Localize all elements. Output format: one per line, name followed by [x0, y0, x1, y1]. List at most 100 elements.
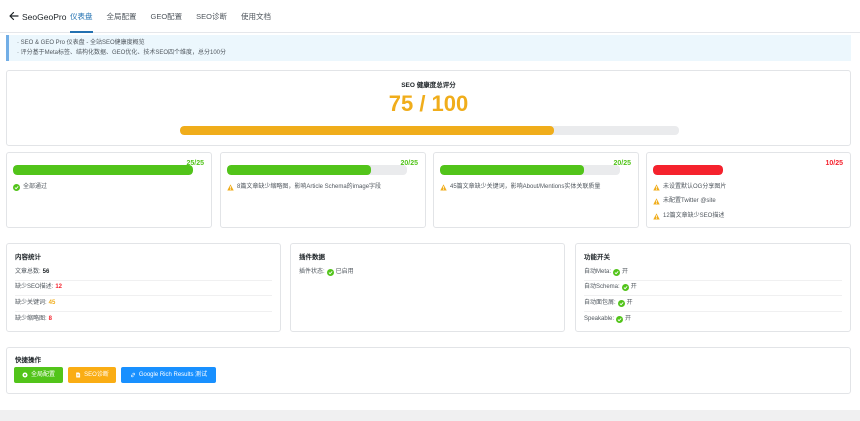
feature-row-speakable: Speakable: 开: [584, 312, 842, 328]
category-progress-track: [13, 165, 193, 175]
tab-geo-config[interactable]: GEO配置: [151, 0, 183, 33]
stat-value: 45: [48, 299, 56, 306]
tab-bar: 仪表盘 全局配置 GEO配置 SEO诊断 使用文档: [70, 0, 285, 33]
button-label: 全局配置: [30, 372, 55, 378]
category-item-text: 未配置Twitter @site: [663, 198, 716, 205]
stat-row-missing-desc: 缺少SEO描述: 12: [15, 281, 272, 296]
score-value: 75 / 100: [388, 91, 469, 116]
check-circle-icon: [616, 315, 624, 323]
feature-label: 自动Meta:: [584, 268, 612, 275]
check-circle-icon: [617, 299, 625, 307]
category-score: 10/25: [825, 160, 843, 167]
gear-icon: [22, 372, 28, 378]
tab-docs[interactable]: 使用文档: [241, 0, 271, 33]
check-circle-icon: [613, 268, 621, 276]
tab-global-config[interactable]: 全局配置: [107, 0, 137, 33]
check-circle-icon: [13, 183, 20, 191]
feature-value: 开: [622, 268, 629, 275]
document-icon: [76, 372, 81, 378]
category-item-text: 全部通过: [23, 183, 48, 190]
category-score: 25/25: [186, 160, 204, 167]
feature-value: 开: [625, 315, 632, 322]
score-progress-track: [180, 126, 679, 135]
check-circle-icon: [326, 269, 334, 277]
warning-icon: [653, 184, 660, 191]
feature-row-auto-meta: 自动Meta: 开: [584, 265, 842, 281]
quick-actions-title: 快捷操作: [15, 357, 41, 364]
category-item: 未配置Twitter @site: [653, 195, 844, 210]
content-stats-title: 内容统计: [15, 254, 41, 261]
info-notice: · SEO & GEO Pro 仪表盘 - 全站SEO健康度概览 · 评分基于M…: [6, 35, 851, 61]
category-progress-track: [227, 165, 407, 175]
category-card-geo: 20/25 45篇文章缺少关键词，影响About/Mentions实体关联质量: [433, 152, 639, 228]
category-item: 未设置默认OG分享图片: [653, 180, 844, 195]
category-item: 全部通过: [13, 180, 205, 195]
feature-label: Speakable:: [584, 315, 615, 322]
category-item: 12篇文章缺少SEO描述: [653, 209, 844, 224]
stat-label: 缺少缩略图:: [15, 315, 47, 322]
feature-row-breadcrumb: 自动面包屑: 开: [584, 296, 842, 312]
feature-label: 自动面包屑:: [584, 299, 616, 306]
overall-score-card: SEO 健康度总评分 75 / 100: [6, 70, 851, 146]
seo-diagnosis-button[interactable]: SEO诊断: [68, 367, 116, 383]
score-title: SEO 健康度总评分: [401, 82, 456, 89]
link-icon: [130, 372, 135, 378]
category-item-text: 8篇文章缺少缩略图，影响Article Schema的image字段: [237, 183, 382, 190]
category-item-text: 45篇文章缺少关键词，影响About/Mentions实体关联质量: [450, 183, 601, 190]
feature-row-auto-schema: 自动Schema: 开: [584, 281, 842, 296]
category-card-schema: 20/25 8篇文章缺少缩略图，影响Article Schema的image字段: [220, 152, 426, 228]
category-progress-track-danger: [653, 165, 723, 175]
features-title: 功能开关: [584, 254, 610, 261]
stat-value: 56: [42, 268, 50, 275]
dashboard-page: SeoGeoPro 仪表盘 全局配置 GEO配置 SEO诊断 使用文档 · SE…: [0, 0, 860, 410]
stat-value: 12: [55, 284, 63, 291]
warning-icon: [227, 184, 234, 191]
category-item: 8篇文章缺少缩略图，影响Article Schema的image字段: [227, 180, 419, 195]
category-item-text: 未设置默认OG分享图片: [663, 183, 727, 190]
category-progress-fill: [440, 165, 584, 175]
warning-icon: [653, 213, 660, 220]
stat-label: 文章总数:: [15, 268, 41, 275]
plugin-status-value: 已启用: [335, 269, 354, 276]
feature-value: 开: [630, 284, 637, 291]
score-progress-fill: [180, 126, 555, 135]
category-item-text: 12篇文章缺少SEO描述: [663, 212, 725, 219]
stat-value: 8: [48, 315, 53, 322]
feature-label: 自动Schema:: [584, 284, 620, 291]
stat-row-missing-keywords: 缺少关键词: 45: [15, 296, 272, 312]
stat-row-total: 文章总数: 56: [15, 265, 272, 281]
stat-label: 缺少关键词:: [15, 299, 47, 306]
plugin-data-title: 插件数据: [299, 254, 325, 261]
button-label: Google Rich Results 测试: [138, 372, 208, 378]
button-label: SEO诊断: [84, 372, 109, 378]
feature-value: 开: [626, 299, 633, 306]
warning-icon: [440, 184, 447, 191]
category-progress-fill: [653, 165, 723, 175]
notice-line-1: · SEO & GEO Pro 仪表盘 - 全站SEO健康度概览: [17, 40, 145, 46]
category-progress-track: [440, 165, 620, 175]
plugin-status-label: 插件状态:: [299, 269, 325, 276]
category-item: 45篇文章缺少关键词，影响About/Mentions实体关联质量: [440, 180, 632, 195]
category-card-meta: 25/25 全部通过: [6, 152, 212, 228]
tab-seo-diagnosis[interactable]: SEO诊断: [196, 0, 227, 33]
check-circle-icon: [621, 284, 629, 292]
category-score: 20/25: [400, 160, 418, 167]
brand-title: SeoGeoPro: [22, 12, 67, 22]
plugin-status-row: 插件状态: 已启用: [299, 265, 556, 281]
content-stats-card: 内容统计 文章总数: 56 缺少SEO描述: 12 缺少关键词: 45 缺少缩略图: 8: [6, 243, 281, 332]
category-card-technical: 10/25 未设置默认OG分享图片 未配置Twitter @site 12篇文章…: [646, 152, 851, 228]
stat-row-missing-thumbnail: 缺少缩略图: 8: [15, 312, 272, 328]
back-arrow-icon[interactable]: [8, 10, 20, 22]
features-card: 功能开关 自动Meta: 开 自动Schema: 开 自动面包屑: 开 Spea…: [575, 243, 851, 332]
category-progress-fill: [13, 165, 193, 175]
category-progress-fill: [227, 165, 371, 175]
tab-dashboard[interactable]: 仪表盘: [70, 0, 93, 33]
category-score: 20/25: [613, 160, 631, 167]
global-config-button[interactable]: 全局配置: [14, 367, 63, 383]
notice-line-2: · 评分基于Meta标签、结构化数据、GEO优化、技术SEO四个维度，总分100…: [17, 50, 227, 56]
google-rich-results-button[interactable]: Google Rich Results 测试: [121, 367, 216, 383]
quick-actions-card: 快捷操作 全局配置 SEO诊断 Google Rich Results 测试: [6, 347, 851, 394]
plugin-data-card: 插件数据 插件状态: 已启用: [290, 243, 565, 332]
stat-label: 缺少SEO描述:: [15, 284, 54, 291]
top-nav: SeoGeoPro 仪表盘 全局配置 GEO配置 SEO诊断 使用文档: [0, 0, 860, 33]
